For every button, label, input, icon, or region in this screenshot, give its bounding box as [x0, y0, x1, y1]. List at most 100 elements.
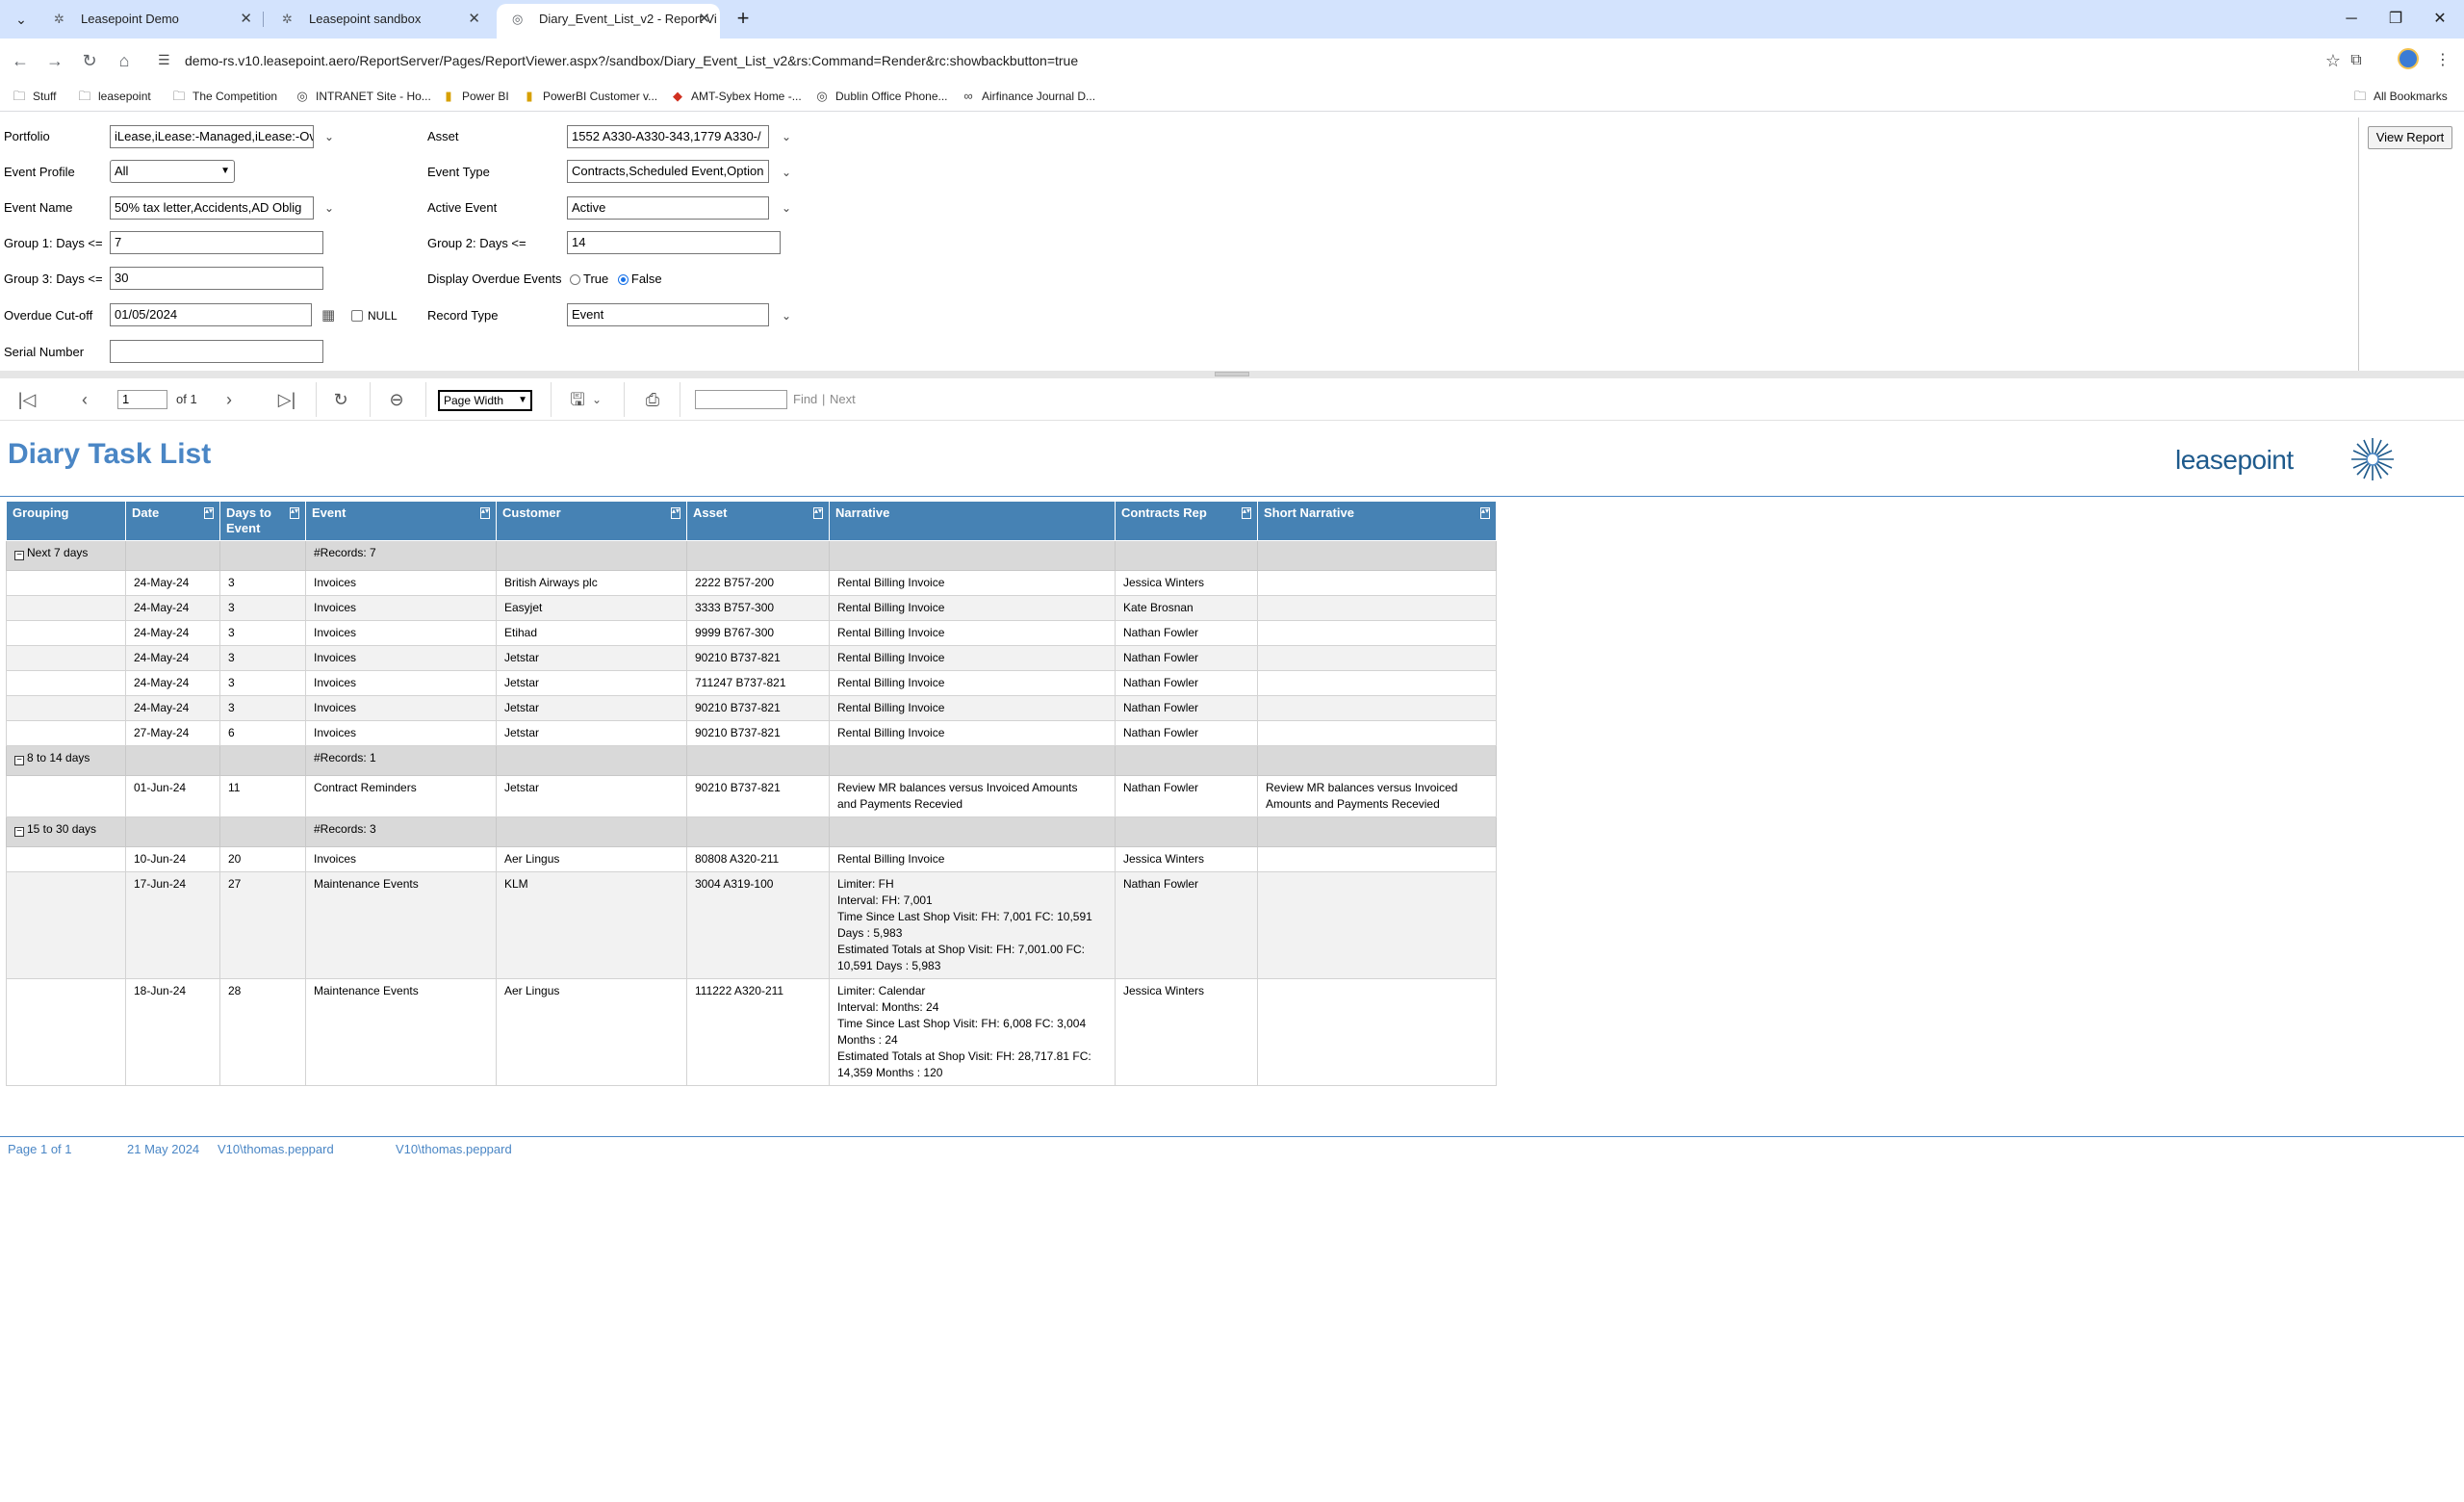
- display-overdue-false-radio[interactable]: [617, 274, 629, 285]
- narrative-cell: Limiter: FH Interval: FH: 7,001 Time Since…: [829, 871, 1116, 979]
- record-type-field[interactable]: Event: [567, 303, 769, 326]
- globe-favicon-icon: ◎: [512, 12, 524, 26]
- group1-days-input[interactable]: 7: [110, 231, 323, 254]
- extensions-icon[interactable]: ⧉: [2342, 46, 2371, 75]
- bookmark-powerbi-customer[interactable]: ▮ PowerBI Customer v...: [522, 83, 657, 112]
- group3-days-input[interactable]: 30: [110, 267, 323, 290]
- customer-cell-text: KLM: [504, 877, 528, 891]
- close-tab-icon[interactable]: ✕: [698, 4, 710, 35]
- site-info-icon[interactable]: ☰: [158, 52, 170, 68]
- tab-leasepoint-sandbox[interactable]: ✲ Leasepoint sandbox ✕: [267, 4, 490, 35]
- restore-window-icon[interactable]: ❐: [2374, 0, 2418, 39]
- sort-icon[interactable]: ▴▾: [813, 507, 823, 519]
- first-page-icon[interactable]: |◁: [15, 388, 38, 411]
- asset-cell: 2222 B757-200: [686, 570, 830, 596]
- group-cell: [686, 816, 830, 847]
- group-row: − Next 7 days #Records: 7: [6, 540, 1497, 571]
- address-bar[interactable]: ☰ demo-rs.v10.leasepoint.aero/ReportServ…: [146, 44, 2341, 77]
- customer-cell: Jetstar: [496, 645, 687, 671]
- active-event-dropdown-chevron-icon[interactable]: ⌄: [782, 198, 791, 218]
- bookmark-intranet-site[interactable]: ◎ INTRANET Site - Ho...: [295, 83, 430, 112]
- home-icon[interactable]: ⌂: [110, 46, 139, 75]
- event-name-dropdown-chevron-icon[interactable]: ⌄: [324, 198, 334, 218]
- group2-days-input[interactable]: 14: [567, 231, 781, 254]
- sort-icon[interactable]: ▴▾: [480, 507, 490, 519]
- sort-icon[interactable]: ▴▾: [1242, 507, 1251, 519]
- last-page-icon[interactable]: ▷|: [275, 388, 298, 411]
- refresh-icon[interactable]: ↻: [329, 388, 352, 411]
- short-narrative-cell: [1257, 720, 1497, 746]
- bookmark-dublin-office[interactable]: ◎ Dublin Office Phone...: [814, 83, 947, 112]
- link-icon: ∞: [963, 89, 973, 103]
- customer-cell: Jetstar: [496, 720, 687, 746]
- view-report-button[interactable]: View Report: [2368, 126, 2452, 149]
- bookmark-power-bi[interactable]: ▮ Power BI: [441, 83, 508, 112]
- expand-collapse-icon[interactable]: −: [14, 551, 24, 560]
- portfolio-field[interactable]: iLease,iLease:-Managed,iLease:-Ov: [110, 125, 314, 148]
- customer-cell: Etihad: [496, 620, 687, 646]
- bookmark-stuff[interactable]: 🗀 Stuff: [12, 83, 56, 112]
- group-record-count: #Records: 1: [305, 745, 497, 776]
- sort-icon[interactable]: ▴▾: [204, 507, 214, 519]
- bookmark-airfinance-journal[interactable]: ∞ Airfinance Journal D...: [961, 83, 1095, 112]
- back-arrow-icon[interactable]: ←: [6, 46, 35, 75]
- calendar-icon[interactable]: ▦: [321, 306, 335, 324]
- asset-dropdown-chevron-icon[interactable]: ⌄: [782, 127, 791, 146]
- event-type-dropdown-chevron-icon[interactable]: ⌄: [782, 163, 791, 182]
- overdue-null-checkbox[interactable]: [351, 310, 363, 322]
- close-tab-icon[interactable]: ✕: [240, 4, 252, 35]
- profile-avatar[interactable]: [2398, 48, 2419, 69]
- minimize-window-icon[interactable]: ─: [2329, 0, 2374, 39]
- event-profile-select[interactable]: All ▼: [110, 160, 235, 183]
- portfolio-dropdown-chevron-icon[interactable]: ⌄: [324, 127, 334, 146]
- asset-cell-text: 3333 B757-300: [695, 601, 775, 614]
- customer-cell-text: Aer Lingus: [504, 984, 560, 997]
- serial-number-input[interactable]: [110, 340, 323, 363]
- tab-title: Leasepoint sandbox: [309, 12, 422, 26]
- event-cell-text: Invoices: [314, 651, 357, 664]
- bookmark-leasepoint[interactable]: 🗀 leasepoint: [77, 83, 150, 112]
- menu-kebab-icon[interactable]: ⋮: [2428, 46, 2457, 75]
- expand-collapse-icon[interactable]: −: [14, 827, 24, 837]
- group-row: −8 to 14 days #Records: 1: [6, 745, 1497, 776]
- next-link[interactable]: Next: [830, 390, 856, 409]
- tab-leasepoint-demo[interactable]: ✲ Leasepoint Demo ✕: [38, 4, 262, 35]
- sort-icon[interactable]: ▴▾: [671, 507, 680, 519]
- event-type-field[interactable]: Contracts,Scheduled Event,Option: [567, 160, 769, 183]
- display-overdue-true-radio[interactable]: [570, 274, 580, 285]
- previous-page-icon[interactable]: ‹: [73, 388, 96, 411]
- active-event-field[interactable]: Active: [567, 196, 769, 220]
- forward-arrow-icon[interactable]: →: [40, 46, 69, 75]
- expand-collapse-icon[interactable]: −: [14, 756, 24, 765]
- zoom-select[interactable]: Page Width ▼: [438, 390, 532, 411]
- table-header-row: Grouping Date ▴▾ Days to Event ▴▾ Event ▴▾ …: [6, 501, 1497, 541]
- tab-search-chevron-icon[interactable]: ⌄: [10, 8, 33, 31]
- export-chevron-down-icon[interactable]: ⌄: [585, 388, 608, 411]
- back-to-parent-icon[interactable]: ⊖: [385, 388, 408, 411]
- bookmark-star-icon[interactable]: ☆: [2325, 44, 2341, 77]
- find-text-input[interactable]: [695, 390, 787, 409]
- bookmark-amt-sybex[interactable]: ◆ AMT-Sybex Home -...: [670, 83, 802, 112]
- all-bookmarks[interactable]: 🗀 All Bookmarks: [2352, 83, 2447, 112]
- bookmark-the-competition[interactable]: 🗀 The Competition: [171, 83, 277, 112]
- asset-field[interactable]: 1552 A330-A330-343,1779 A330-/: [567, 125, 769, 148]
- find-link[interactable]: Find: [793, 390, 817, 409]
- reload-icon[interactable]: ↻: [75, 46, 104, 75]
- narrative-cell: Rental Billing Invoice: [829, 570, 1116, 596]
- print-icon[interactable]: ⎙: [641, 388, 664, 411]
- next-page-icon[interactable]: ›: [218, 388, 241, 411]
- collapse-handle[interactable]: [1215, 372, 1249, 376]
- overdue-cutoff-date-input[interactable]: 01/05/2024: [110, 303, 312, 326]
- new-tab-button[interactable]: +: [730, 6, 757, 33]
- current-page-input[interactable]: 1: [117, 390, 167, 409]
- parameter-splitter[interactable]: [0, 371, 2464, 378]
- sort-icon[interactable]: ▴▾: [1480, 507, 1490, 519]
- close-window-icon[interactable]: ✕: [2418, 0, 2462, 39]
- tab-diary-event-list[interactable]: ◎ Diary_Event_List_v2 - Report Vi ✕: [497, 4, 720, 39]
- narrative-cell: Rental Billing Invoice: [829, 620, 1116, 646]
- close-tab-icon[interactable]: ✕: [468, 4, 480, 35]
- event-name-field[interactable]: 50% tax letter,Accidents,AD Oblig: [110, 196, 314, 220]
- sort-icon[interactable]: ▴▾: [290, 507, 299, 519]
- record-type-dropdown-chevron-icon[interactable]: ⌄: [782, 306, 791, 325]
- narrative-line: Estimated Totals at Shop Visit: FH: 7,00…: [837, 943, 1086, 956]
